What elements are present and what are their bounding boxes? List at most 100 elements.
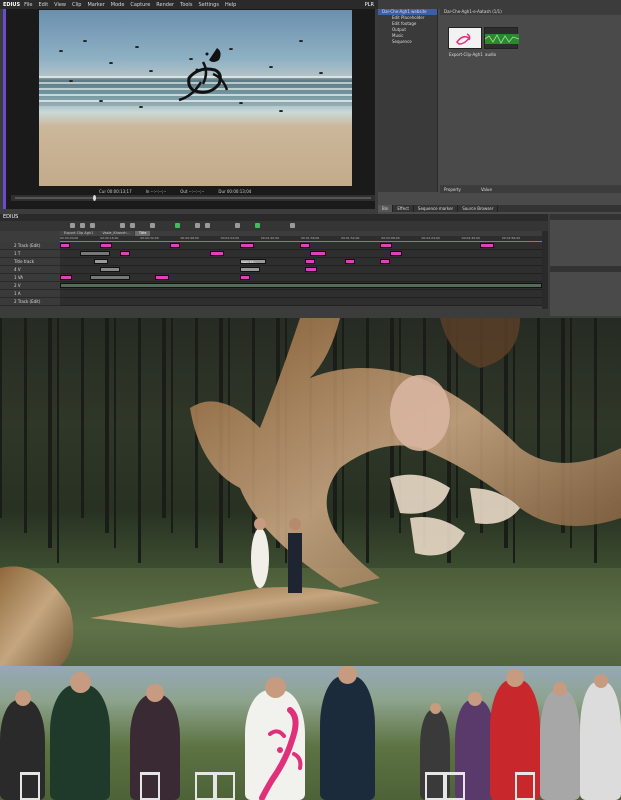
track-lane[interactable] — [60, 298, 542, 306]
track-header[interactable]: 2 V — [0, 282, 60, 290]
track-header[interactable]: 2 Track (Edit) — [0, 298, 60, 306]
folder-item[interactable]: Sequence — [378, 39, 437, 45]
menu-view[interactable]: View — [54, 2, 66, 8]
guest-figure — [50, 685, 110, 800]
out-timecode: Out --:--:--;-- — [180, 188, 205, 194]
timeline-clip[interactable] — [380, 243, 392, 248]
timeline-scrollbar[interactable] — [542, 231, 548, 309]
timeline-clip[interactable] — [155, 275, 169, 280]
white-chair — [425, 772, 445, 800]
scrub-handle[interactable] — [93, 195, 97, 201]
timeline-clip[interactable]: Vasle Kh... — [240, 259, 266, 264]
menu-clip[interactable]: Clip — [72, 2, 81, 8]
player-mode-label[interactable]: PLR — [365, 2, 374, 8]
guest-head — [429, 703, 441, 715]
track-header[interactable]: 2 Track (Edit) — [0, 242, 60, 250]
bird-shape — [279, 110, 283, 112]
menu-file[interactable]: File — [24, 2, 32, 8]
bird-shape — [69, 80, 73, 82]
timeline-clip[interactable] — [100, 267, 120, 272]
timeline-clip[interactable] — [100, 243, 112, 248]
timeline-toolbar — [0, 221, 548, 231]
track-lane[interactable] — [60, 250, 542, 258]
save-icon[interactable] — [90, 223, 95, 228]
tab-sequence-marker[interactable]: Sequence marker — [414, 205, 459, 212]
ruler-tick-label: 00:01:36;00 — [301, 236, 320, 240]
timeline-clip[interactable] — [60, 275, 72, 280]
timeline-clip[interactable] — [345, 259, 355, 264]
ruler-tick-label: 00:01:04;00 — [220, 236, 239, 240]
guest-head — [338, 666, 357, 684]
player-scrubber[interactable] — [11, 195, 375, 201]
tab-bin[interactable]: Bin — [378, 205, 394, 212]
menu-bar: EDIUS File Edit View Clip Marker Mode Ca… — [0, 0, 378, 9]
copy-icon[interactable] — [130, 223, 135, 228]
calligraphy-overlay — [0, 318, 621, 666]
player-panel: Cur 00:00:13;17 In --:--:--;-- Out --:--… — [3, 9, 375, 209]
menu-render[interactable]: Render — [156, 2, 174, 8]
timeline-clip[interactable] — [240, 275, 250, 280]
open-icon[interactable] — [80, 223, 85, 228]
timeline-clip[interactable] — [300, 243, 310, 248]
timeline-clip[interactable] — [305, 267, 317, 272]
timeline-clip[interactable] — [60, 283, 542, 288]
menu-tools[interactable]: Tools — [180, 2, 192, 8]
stop-icon[interactable] — [150, 223, 155, 228]
cut-icon[interactable] — [120, 223, 125, 228]
track-header[interactable]: 1 A — [0, 290, 60, 298]
timeline-clip[interactable] — [480, 243, 494, 248]
menu-help[interactable]: Help — [225, 2, 236, 8]
timeline-clip[interactable] — [240, 267, 260, 272]
timeline-clip[interactable] — [94, 259, 108, 264]
title-calligraphy — [178, 48, 229, 102]
track-lane[interactable] — [60, 274, 542, 282]
guest-head — [14, 690, 31, 707]
track-lane[interactable] — [60, 282, 542, 290]
add-edit-icon[interactable] — [235, 223, 240, 228]
timeline-clip[interactable] — [310, 251, 326, 256]
ruler-tick-label: 00:00:32;00 — [140, 236, 159, 240]
play-icon[interactable] — [175, 223, 180, 228]
tab-source-browser[interactable]: Source Browser — [458, 205, 499, 212]
clip-name: audio — [485, 52, 497, 57]
track-header[interactable]: 1 T — [0, 250, 60, 258]
track-lane[interactable] — [60, 242, 542, 250]
export-icon[interactable] — [290, 223, 295, 228]
render-icon[interactable] — [255, 223, 260, 228]
pink-calligraphy-overlay — [259, 707, 303, 800]
timeline-clip[interactable] — [120, 251, 130, 256]
bird-shape — [83, 40, 87, 42]
timeline-clip[interactable] — [170, 243, 180, 248]
menu-capture[interactable]: Capture — [130, 2, 150, 8]
menu-mode[interactable]: Mode — [111, 2, 125, 8]
bird-shape — [239, 102, 243, 104]
menu-edit[interactable]: Edit — [38, 2, 48, 8]
timeline-clip[interactable] — [90, 275, 130, 280]
track-header[interactable]: 1 VA — [0, 274, 60, 282]
timeline-clip[interactable] — [80, 251, 110, 256]
new-sequence-icon[interactable] — [70, 223, 75, 228]
clip-thumbnail-audio[interactable]: audio — [484, 27, 520, 57]
bird-shape — [139, 106, 143, 108]
track-header[interactable]: Title track — [0, 258, 60, 266]
menu-settings[interactable]: Settings — [198, 2, 219, 8]
guest-head — [593, 673, 608, 688]
track-header[interactable]: 4 V — [0, 266, 60, 274]
track-lane[interactable] — [60, 266, 542, 274]
timeline-clip[interactable] — [210, 251, 224, 256]
timeline-clip[interactable] — [305, 259, 315, 264]
property-header: Property Value — [440, 185, 621, 193]
tab-effect[interactable]: Effect — [393, 205, 414, 212]
timeline-clip[interactable] — [390, 251, 402, 256]
white-chair — [195, 772, 215, 800]
timeline-clip[interactable] — [240, 243, 254, 248]
track-lane[interactable] — [60, 290, 542, 298]
clip-thumbnail-video[interactable]: Export-Clip-Agh1 — [448, 27, 483, 57]
forward-icon[interactable] — [205, 223, 210, 228]
track-lane[interactable]: Vasle Kh... — [60, 258, 542, 266]
menu-marker[interactable]: Marker — [87, 2, 104, 8]
screen: EDIUS File Edit View Clip Marker Mode Ca… — [0, 0, 621, 800]
timeline-clip[interactable] — [380, 259, 390, 264]
timeline-clip[interactable] — [60, 243, 70, 248]
rewind-icon[interactable] — [195, 223, 200, 228]
